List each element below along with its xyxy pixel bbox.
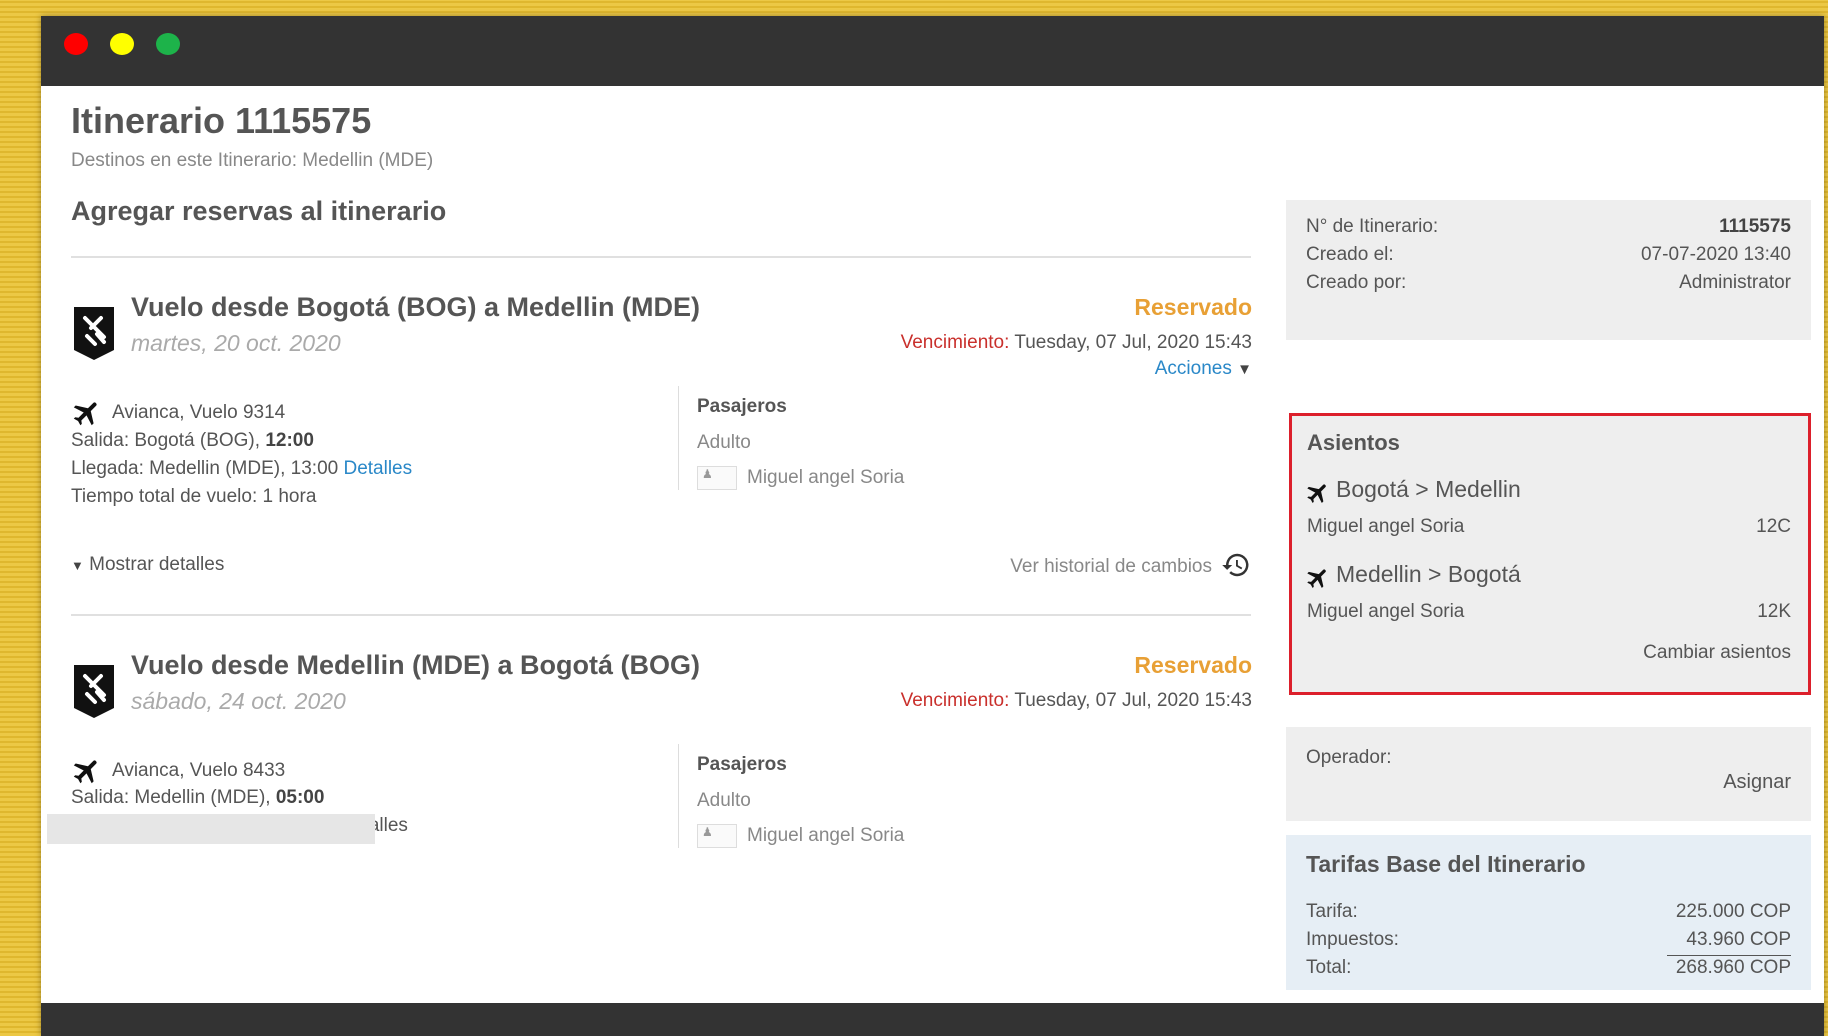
- seat-route: Bogotá > Medellin: [1336, 476, 1521, 502]
- close-window-button[interactable]: [64, 33, 88, 55]
- seat-route: Medellin > Bogotá: [1336, 561, 1521, 587]
- flight-duration: Tiempo total de vuelo: 1 hora: [71, 486, 317, 507]
- show-details-label: Mostrar detalles: [89, 554, 225, 575]
- airplane-icon: [1307, 569, 1326, 588]
- created-label: Creado el:: [1306, 244, 1394, 265]
- history-link[interactable]: Ver historial de cambios: [1010, 556, 1212, 578]
- fares-heading: Tarifas Base del Itinerario: [1306, 851, 1586, 877]
- departure-info: Salida: Medellin (MDE), 05:00: [71, 787, 324, 809]
- departure-info: Salida: Bogotá (BOG), 12:00: [71, 430, 314, 452]
- flight-booking-icon: [74, 665, 114, 718]
- taxes-value: 43.960 COP: [1686, 929, 1791, 950]
- departure-label: Salida: Medellin (MDE),: [71, 787, 276, 808]
- divider: [71, 256, 1251, 258]
- actions-dropdown[interactable]: Acciones ▼: [1155, 358, 1252, 380]
- airplane-icon: [1307, 484, 1326, 503]
- fares-panel: Tarifas Base del Itinerario Tarifa: 225.…: [1286, 835, 1811, 990]
- total-divider: [1667, 955, 1791, 956]
- passengers-heading: Pasajeros: [697, 754, 787, 775]
- flight-title: Vuelo desde Bogotá (BOG) a Medellin (MDE…: [131, 292, 701, 322]
- maximize-window-button[interactable]: [156, 33, 180, 55]
- expiry-text: Vencimiento: Tuesday, 07 Jul, 2020 15:43: [901, 690, 1252, 712]
- created-by-value: Administrator: [1679, 272, 1791, 293]
- browser-window: Itinerario 1115575 Destinos en este Itin…: [41, 16, 1824, 1036]
- change-seats-link[interactable]: Cambiar asientos: [1643, 642, 1791, 664]
- flight-title: Vuelo desde Medellin (MDE) a Bogotá (BOG…: [131, 650, 701, 680]
- divider: [71, 614, 1251, 616]
- total-label: Total:: [1306, 957, 1352, 978]
- flight-booking-icon: [74, 307, 114, 360]
- status-badge: Reservado: [1134, 652, 1252, 678]
- passenger-name: Miguel angel Soria: [747, 467, 905, 488]
- operator-label: Operador:: [1306, 747, 1392, 768]
- airplane-icon: [73, 760, 97, 784]
- itinerary-number-label: N° de Itinerario:: [1306, 216, 1439, 237]
- expiry-value: Tuesday, 07 Jul, 2020 15:43: [1009, 690, 1252, 711]
- flight-date: sábado, 24 oct. 2020: [131, 688, 346, 714]
- assign-operator-link[interactable]: Asignar: [1723, 771, 1791, 794]
- window-titlebar: [41, 16, 1824, 86]
- created-by-label: Creado por:: [1306, 272, 1407, 293]
- history-icon[interactable]: [1221, 550, 1251, 580]
- minimize-window-button[interactable]: [110, 33, 134, 55]
- person-icon: ♟: [697, 466, 737, 490]
- actions-label: Acciones: [1154, 358, 1232, 379]
- arrival-info: Llegada: Medellin (MDE), 13:00 Detalles: [71, 458, 412, 480]
- expiry-value: Tuesday, 07 Jul, 2020 15:43: [1009, 332, 1252, 353]
- operator-panel: Operador: Asignar: [1286, 727, 1811, 821]
- add-bookings-heading: Agregar reservas al itinerario: [71, 196, 447, 226]
- caret-down-icon: ▼: [1237, 361, 1252, 378]
- departure-label: Salida: Bogotá (BOG),: [71, 430, 266, 451]
- page-content: Itinerario 1115575 Destinos en este Itin…: [41, 86, 1824, 990]
- departure-time: 05:00: [275, 787, 325, 808]
- departure-time: 12:00: [265, 430, 314, 451]
- window-bottom-bar: [41, 1003, 1824, 1036]
- taxes-label: Impuestos:: [1306, 929, 1399, 950]
- itinerary-number-value: 1115575: [1719, 216, 1791, 237]
- caret-down-icon: ▼: [71, 558, 84, 573]
- person-icon: ♟: [697, 824, 737, 848]
- seats-panel: Asientos Bogotá > Medellin Miguel angel …: [1289, 413, 1811, 695]
- airline-flight: Avianca, Vuelo 9314: [112, 402, 286, 423]
- status-badge: Reservado: [1134, 294, 1252, 320]
- seat-number: 12C: [1756, 516, 1791, 537]
- passenger-type: Adulto: [697, 432, 751, 453]
- destinations-subtitle: Destinos en este Itinerario: Medellin (M…: [71, 150, 434, 171]
- page-title: Itinerario 1115575: [71, 100, 372, 141]
- passengers-heading: Pasajeros: [697, 396, 787, 417]
- show-details-toggle[interactable]: ▼ Mostrar detalles: [71, 554, 224, 576]
- seat-number: 12K: [1757, 601, 1791, 622]
- airline-flight: Avianca, Vuelo 8433: [112, 760, 286, 781]
- expiry-label: Vencimiento:: [900, 332, 1010, 353]
- seat-passenger: Miguel angel Soria: [1307, 601, 1465, 622]
- column-divider: [678, 386, 679, 490]
- expiry-label: Vencimiento:: [900, 690, 1010, 711]
- arrival-text: Llegada: Medellin (MDE), 13:00: [71, 458, 344, 479]
- fare-value: 225.000 COP: [1675, 901, 1791, 922]
- details-link[interactable]: Detalles: [343, 458, 412, 479]
- redacted-area: [47, 814, 375, 844]
- fare-label: Tarifa:: [1306, 901, 1358, 922]
- airplane-icon: [73, 402, 97, 426]
- column-divider: [678, 744, 679, 848]
- seats-heading: Asientos: [1307, 430, 1400, 455]
- created-value: 07-07-2020 13:40: [1640, 244, 1791, 265]
- flight-date: martes, 20 oct. 2020: [131, 330, 341, 356]
- total-value: 268.960 COP: [1675, 957, 1791, 978]
- passenger-name: Miguel angel Soria: [747, 825, 905, 846]
- passenger-type: Adulto: [697, 790, 751, 811]
- expiry-text: Vencimiento: Tuesday, 07 Jul, 2020 15:43: [901, 332, 1252, 354]
- itinerary-summary-panel: N° de Itinerario: 1115575 Creado el: 07-…: [1286, 200, 1811, 340]
- seat-passenger: Miguel angel Soria: [1307, 516, 1465, 537]
